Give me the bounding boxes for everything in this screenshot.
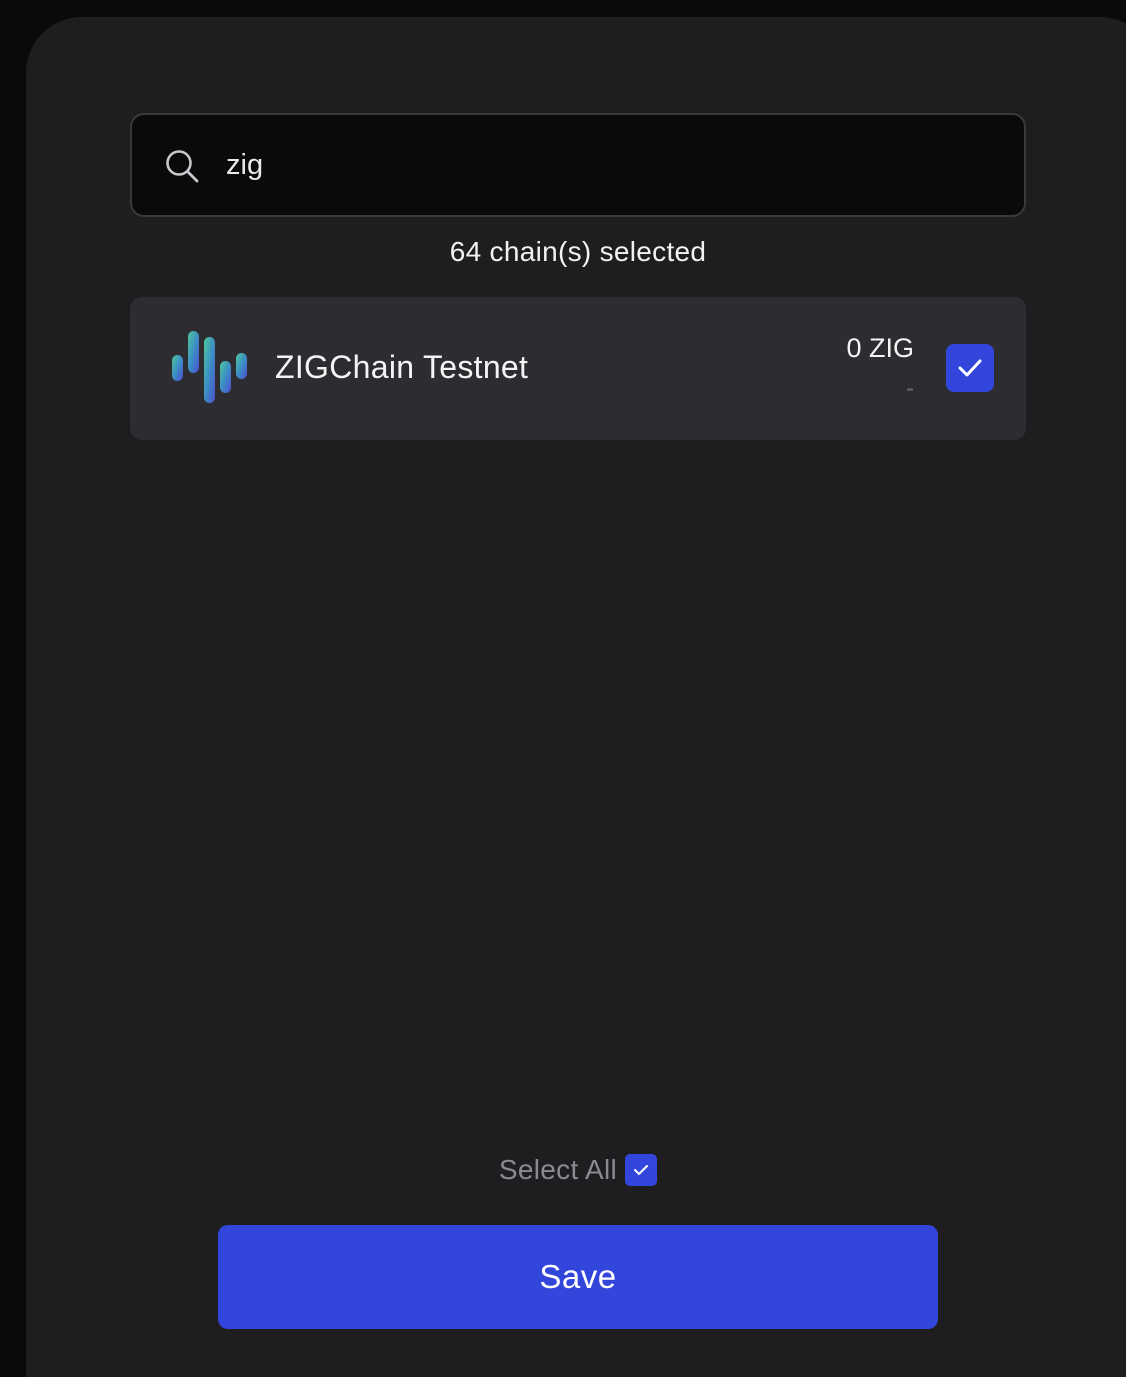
chain-name: ZIGChain Testnet bbox=[275, 349, 529, 385]
selected-chains-count: 64 chain(s) selected bbox=[449, 236, 707, 267]
search-input[interactable] bbox=[226, 115, 986, 215]
select-all-control[interactable]: Select All bbox=[0, 1150, 1126, 1190]
chain-list-item[interactable]: ZIGChain Testnet 0 ZIG - bbox=[130, 297, 1026, 440]
zigchain-logo-icon bbox=[172, 331, 247, 403]
checkmark-icon bbox=[634, 1165, 649, 1175]
select-all-checkbox[interactable] bbox=[625, 1154, 658, 1186]
chain-fiat-value: - bbox=[906, 375, 914, 402]
search-field[interactable] bbox=[130, 113, 1026, 217]
search-icon bbox=[166, 150, 199, 183]
checkmark-icon bbox=[958, 359, 982, 377]
save-button[interactable]: Save bbox=[218, 1225, 938, 1329]
select-all-label: Select All bbox=[498, 1154, 618, 1185]
chain-balance: 0 ZIG bbox=[846, 333, 914, 363]
chain-checkbox[interactable] bbox=[946, 344, 994, 392]
